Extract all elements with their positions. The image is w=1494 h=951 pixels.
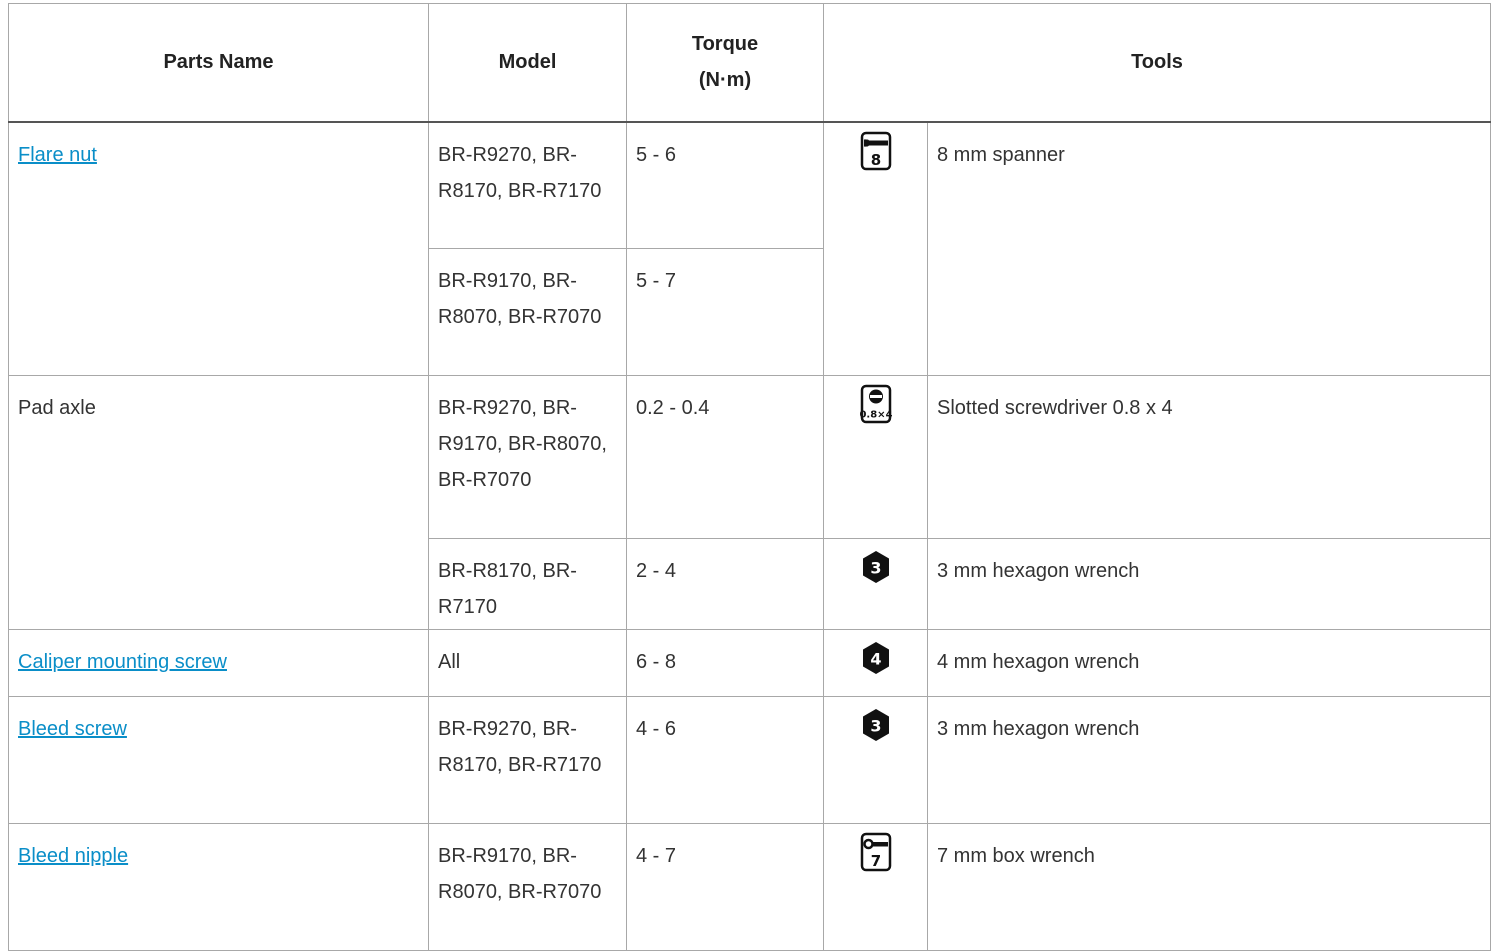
header-row: Parts Name Model Torque (N·m) Tools bbox=[8, 3, 1492, 123]
part-name-cell: Pad axle bbox=[8, 375, 429, 630]
torque-cell: 5 - 7 bbox=[626, 248, 824, 376]
header-torque-unit: (N·m) bbox=[698, 69, 752, 92]
tool-cell: 3 mm hexagon wrench bbox=[926, 696, 1492, 824]
svg-text:8: 8 bbox=[870, 151, 880, 169]
caliper-mounting-screw-link[interactable]: Caliper mounting screw bbox=[18, 651, 227, 673]
tool-cell: 7 mm box wrench bbox=[926, 823, 1492, 951]
hexagon-3-icon: 3 bbox=[860, 705, 892, 745]
part-name-cell: Flare nut bbox=[8, 121, 429, 376]
spanner-8-icon: 8 bbox=[860, 131, 892, 171]
header-torque: Torque (N·m) bbox=[626, 3, 824, 123]
torque-cell: 4 - 7 bbox=[626, 823, 824, 951]
model-cell: BR-R9170, BR-R8070, BR-R7070 bbox=[428, 248, 627, 376]
svg-text:4: 4 bbox=[870, 650, 881, 669]
box-wrench-7-icon: 7 bbox=[860, 832, 892, 872]
table-row: Bleed nipple BR-R9170, BR-R8070, BR-R707… bbox=[8, 823, 1492, 951]
torque-cell: 6 - 8 bbox=[626, 629, 824, 697]
tool-icon-cell: 4 bbox=[823, 629, 928, 697]
tool-icon-cell: 3 bbox=[823, 696, 928, 824]
tool-cell: 8 mm spanner bbox=[926, 121, 1492, 376]
table-row: Flare nut BR-R9270, BR-R8170, BR-R7170 5… bbox=[8, 121, 1492, 376]
model-cell: BR-R9270, BR-R9170, BR-R8070, BR-R7070 bbox=[428, 375, 627, 539]
tool-icon-cell: 8 bbox=[823, 121, 928, 376]
tool-cell: Slotted screwdriver 0.8 x 4 bbox=[926, 375, 1492, 539]
tool-icon-cell: 7 bbox=[823, 823, 928, 951]
model-cell: All bbox=[428, 629, 627, 697]
table-row: Caliper mounting screw All 6 - 8 4 4 mm … bbox=[8, 629, 1492, 697]
torque-cell: 0.2 - 0.4 bbox=[626, 375, 824, 539]
table-row: Pad axle BR-R9270, BR-R9170, BR-R8070, B… bbox=[8, 375, 1492, 630]
svg-text:7: 7 bbox=[870, 852, 880, 870]
model-cell: BR-R9270, BR-R8170, BR-R7170 bbox=[428, 121, 627, 249]
torque-table: Parts Name Model Torque (N·m) Tools Flar… bbox=[8, 3, 1492, 951]
tool-icon-cell: 0.8×4 bbox=[823, 375, 928, 539]
torque-cell: 4 - 6 bbox=[626, 696, 824, 824]
bleed-screw-link[interactable]: Bleed screw bbox=[18, 718, 127, 740]
bleed-nipple-link[interactable]: Bleed nipple bbox=[18, 845, 128, 867]
svg-text:0.8×4: 0.8×4 bbox=[860, 410, 892, 421]
part-name-cell: Bleed nipple bbox=[8, 823, 429, 951]
hexagon-4-icon: 4 bbox=[860, 638, 892, 678]
torque-cell: 2 - 4 bbox=[626, 538, 824, 630]
torque-cell: 5 - 6 bbox=[626, 121, 824, 249]
header-torque-label: Torque bbox=[691, 33, 759, 56]
model-cell: BR-R9270, BR-R8170, BR-R7170 bbox=[428, 696, 627, 824]
header-model: Model bbox=[428, 3, 627, 123]
flare-nut-link[interactable]: Flare nut bbox=[18, 144, 97, 166]
part-name-cell: Bleed screw bbox=[8, 696, 429, 824]
model-cell: BR-R8170, BR-R7170 bbox=[428, 538, 627, 630]
svg-text:3: 3 bbox=[870, 559, 881, 578]
header-parts-name: Parts Name bbox=[8, 3, 429, 123]
part-name-cell: Caliper mounting screw bbox=[8, 629, 429, 697]
tool-cell: 3 mm hexagon wrench bbox=[926, 538, 1492, 630]
slotted-screwdriver-icon: 0.8×4 bbox=[860, 384, 892, 424]
hexagon-3-icon: 3 bbox=[860, 547, 892, 587]
tool-icon-cell: 3 bbox=[823, 538, 928, 630]
svg-text:3: 3 bbox=[870, 717, 881, 736]
table-row: Bleed screw BR-R9270, BR-R8170, BR-R7170… bbox=[8, 696, 1492, 824]
tool-cell: 4 mm hexagon wrench bbox=[926, 629, 1492, 697]
header-tools: Tools bbox=[822, 3, 1492, 123]
model-cell: BR-R9170, BR-R8070, BR-R7070 bbox=[428, 823, 627, 951]
